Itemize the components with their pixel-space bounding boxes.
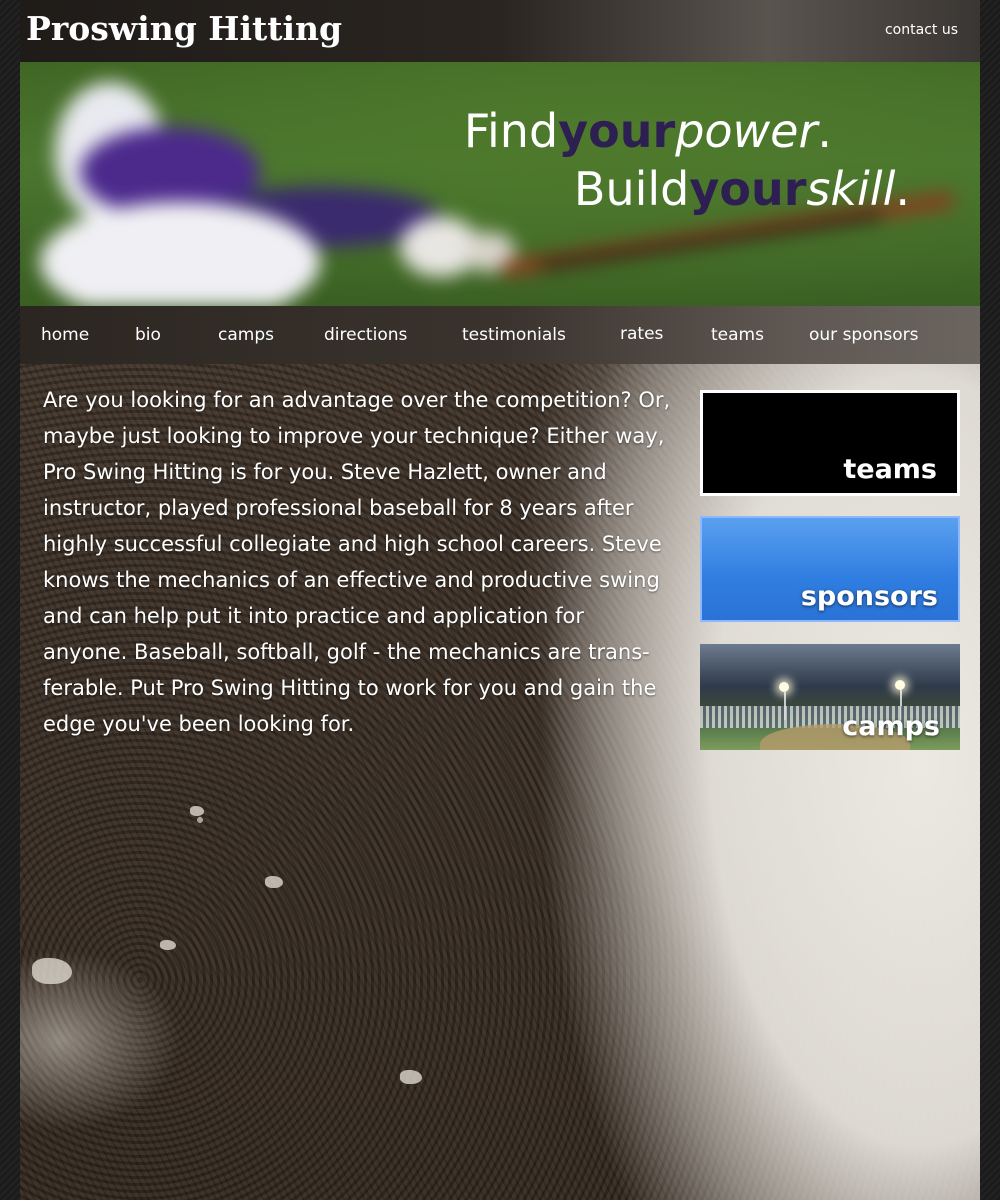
teams-promo-label: teams <box>843 454 937 485</box>
nav-bio[interactable]: bio <box>135 325 161 345</box>
chalk-speck <box>32 958 72 984</box>
camps-promo-label: camps <box>842 711 940 742</box>
nav-directions[interactable]: directions <box>324 325 407 345</box>
main-nav: home bio camps directions testimonials r… <box>20 306 980 364</box>
nav-rates[interactable]: rates <box>620 324 663 344</box>
site-logo[interactable]: Proswing Hitting <box>26 9 342 48</box>
nav-home[interactable]: home <box>41 325 89 345</box>
intro-paragraph: Are you looking for an advantage over th… <box>43 388 671 736</box>
tagline-period: . <box>895 162 910 216</box>
hero-banner: Findyourpower. Buildyourskill. <box>20 62 980 306</box>
tagline-word: power <box>675 104 818 158</box>
page-frame: Proswing Hitting contact us Findyourpowe… <box>20 0 980 1200</box>
nav-teams[interactable]: teams <box>711 325 764 345</box>
chalk-speck <box>160 940 176 950</box>
tagline-line-1: Findyourpower. <box>464 102 832 160</box>
nav-testimonials[interactable]: testimonials <box>462 325 566 345</box>
tagline-period: . <box>817 104 832 158</box>
tagline-word: Build <box>573 162 690 216</box>
tagline-line-2: Buildyourskill. <box>464 160 910 218</box>
site-header: Proswing Hitting contact us <box>20 0 980 62</box>
nav-our-sponsors[interactable]: our sponsors <box>809 325 919 345</box>
tagline-word: Find <box>463 104 559 158</box>
nav-camps[interactable]: camps <box>218 325 274 345</box>
sponsors-promo-label: sponsors <box>800 581 938 612</box>
camps-promo-button[interactable]: camps <box>700 644 960 750</box>
contact-us-link[interactable]: contact us <box>885 22 958 38</box>
chalk-speck <box>400 1070 422 1084</box>
tagline-your: your <box>689 162 807 216</box>
chalk-speck <box>190 806 204 816</box>
tagline-word: skill <box>806 162 896 216</box>
tagline-your: your <box>558 104 676 158</box>
sponsors-promo-button[interactable]: sponsors <box>700 516 960 622</box>
stadium-light <box>895 680 905 690</box>
chalk-speck <box>265 876 283 888</box>
stadium-light <box>779 682 789 692</box>
teams-promo-button[interactable]: teams <box>700 390 960 496</box>
hero-tagline: Findyourpower. Buildyourskill. <box>464 102 910 218</box>
